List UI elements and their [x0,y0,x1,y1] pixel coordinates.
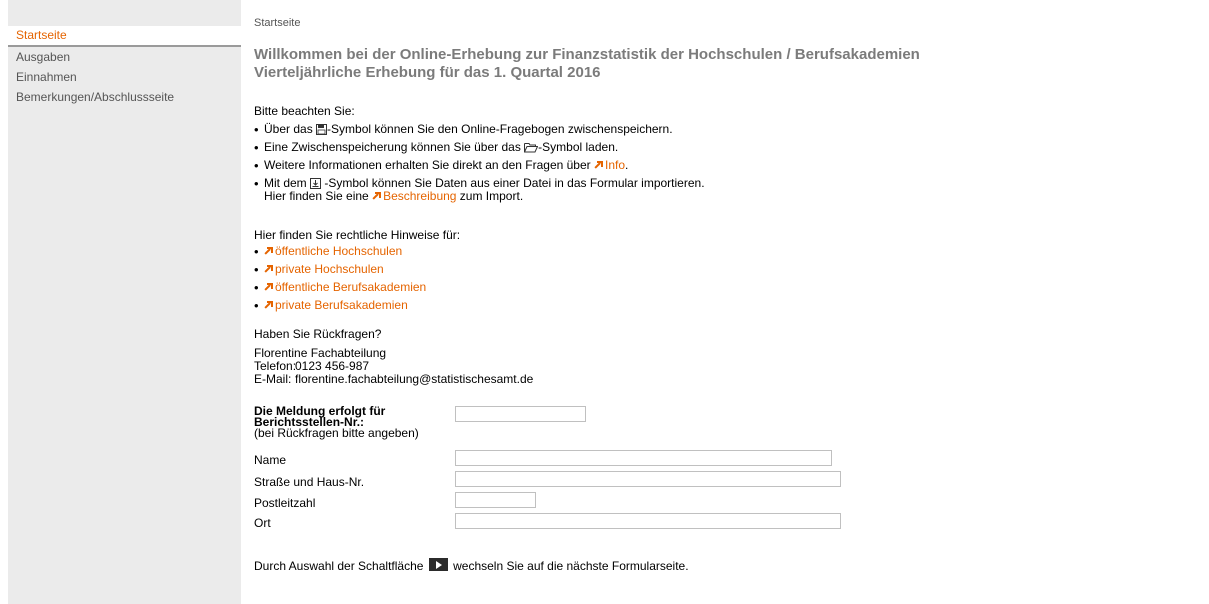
report-number-input[interactable] [455,406,586,422]
contact-email-row: E-Mail: florentine.fachabteilung@statist… [254,373,533,386]
note-save: • Über das -Symbol können Sie den Online… [254,122,705,137]
legal-item: • private Berufsakademien [254,298,460,313]
note-import: • Mit dem -Symbol können Sie Daten aus e… [254,177,705,203]
sidebar-item-ausgaben[interactable]: Ausgaben [8,47,241,67]
notes-heading: Bitte beachten Sie: [254,104,355,118]
legal-link-oeffentliche-berufsakademien[interactable]: öffentliche Berufsakademien [264,281,426,294]
note-load-post: -Symbol laden. [538,140,619,154]
bullet-icon: • [254,244,259,259]
bullet-icon: • [254,158,259,173]
external-link-icon [264,265,273,274]
zip-label: Postleitzahl [254,496,316,510]
bullet-icon: • [254,122,259,137]
contact-section: Haben Sie Rückfragen? Florentine Fachabt… [254,328,533,386]
page-title: Willkommen bei der Online-Erhebung zur F… [254,46,920,82]
name-input[interactable] [455,450,832,466]
legal-section: Hier finden Sie rechtliche Hinweise für:… [254,228,461,313]
note-import-pre: Mit dem [264,176,311,190]
note-save-pre: Über das [264,122,317,136]
footer-post: wechseln Sie auf die nächste Formularsei… [449,559,689,573]
sidebar-item-einnahmen[interactable]: Einnahmen [8,67,241,87]
page-title-line2: Vierteljährliche Erhebung für das 1. Qua… [254,64,601,81]
note-import-post: -Symbol können Sie Daten aus einer Datei… [321,176,705,190]
external-link-icon [264,247,273,256]
sidebar-item-startseite[interactable]: Startseite [8,26,241,47]
street-input[interactable] [455,471,841,487]
bullet-icon: • [254,176,259,191]
save-icon [316,124,328,135]
contact-email: florentine.fachabteilung@statistischesam… [295,372,534,386]
import-icon [310,178,322,189]
breadcrumb: Startseite [254,17,301,29]
page-title-line1: Willkommen bei der Online-Erhebung zur F… [254,46,920,63]
city-input[interactable] [455,513,841,529]
note-load-pre: Eine Zwischenspeicherung können Sie über… [264,140,525,154]
bullet-icon: • [254,262,259,277]
note-info: • Weitere Informationen erhalten Sie dir… [254,158,705,173]
report-label: Die Meldung erfolgt für Berichtsstellen-… [254,405,419,440]
note-info-post: . [625,158,629,172]
legal-item: • öffentliche Hochschulen [254,244,460,259]
beschreibung-link[interactable]: Beschreibung [372,189,456,203]
zip-input[interactable] [455,492,536,508]
legal-heading: Hier finden Sie rechtliche Hinweise für: [254,228,461,242]
next-page-button[interactable] [428,558,448,571]
legal-item: • private Hochschulen [254,262,460,277]
external-link-icon [594,161,603,170]
external-link-icon [264,283,273,292]
street-label: Straße und Haus-Nr. [254,475,365,489]
note-load: • Eine Zwischenspeicherung können Sie üb… [254,140,705,155]
folder-open-icon [524,143,539,153]
external-link-icon [264,301,273,310]
notes-section: Bitte beachten Sie: • Über das -Symbol k… [254,105,705,203]
legal-link-private-hochschulen[interactable]: private Hochschulen [264,263,384,276]
name-label: Name [254,453,287,467]
external-link-icon [372,192,382,201]
bullet-icon: • [254,280,259,295]
note-save-post: -Symbol können Sie den Online-Fragebogen… [327,122,673,136]
sidebar: Startseite Ausgaben Einnahmen Bemerkunge… [8,0,241,604]
note-info-pre: Weitere Informationen erhalten Sie direk… [264,158,594,172]
report-hint: (bei Rückfragen bitte angeben) [254,426,419,440]
note-import-line2-pre: Hier finden Sie eine [264,189,373,203]
contact-email-label: E-Mail: [254,372,292,386]
contact-heading: Haben Sie Rückfragen? [254,327,382,341]
bullet-icon: • [254,140,259,155]
legal-link-private-berufsakademien[interactable]: private Berufsakademien [264,299,408,312]
legal-item: • öffentliche Berufsakademien [254,280,460,295]
sidebar-item-bemerkungen[interactable]: Bemerkungen/Abschlussseite [8,87,241,107]
footer-pre: Durch Auswahl der Schaltfläche [254,559,427,573]
legal-link-oeffentliche-hochschulen[interactable]: öffentliche Hochschulen [264,245,402,258]
city-label: Ort [254,516,271,530]
info-link[interactable]: Info [594,158,625,172]
note-import-line2-post: zum Import. [456,189,524,203]
footer-note: Durch Auswahl der Schaltfläche wechseln … [254,558,689,573]
bullet-icon: • [254,298,259,313]
